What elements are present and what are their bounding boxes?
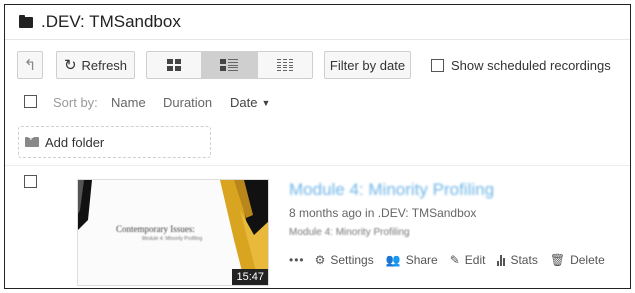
view-thumbnail-button[interactable]	[147, 52, 203, 78]
view-detail-button[interactable]	[202, 52, 258, 78]
share-label: Share	[405, 253, 438, 267]
toolbar: ↰ ↻ Refresh Filter by date Show schedule…	[5, 51, 630, 79]
show-scheduled-toggle[interactable]: Show scheduled recordings	[431, 51, 611, 79]
parent-folder-button[interactable]: ↰	[17, 51, 43, 79]
more-options-icon[interactable]: •••	[289, 253, 305, 267]
divider	[5, 165, 630, 166]
stats-label: Stats	[510, 253, 538, 267]
list-view-icon	[276, 59, 293, 71]
edit-label: Edit	[464, 253, 486, 267]
settings-label: Settings	[330, 253, 374, 267]
gear-icon: ⚙	[314, 253, 326, 267]
delete-label: Delete	[570, 253, 605, 267]
folder-icon	[19, 15, 33, 28]
sort-duration-option[interactable]: Duration	[163, 95, 212, 110]
up-arrow-icon: ↰	[23, 57, 37, 74]
session-actions: ••• ⚙ Settings 👥 Share ✎ Edit Stats 🗑 De…	[289, 251, 617, 269]
session-description: Module 4: Minority Profiling	[289, 227, 410, 238]
edit-button[interactable]: ✎ Edit	[450, 253, 486, 267]
detail-view-icon	[220, 59, 239, 71]
show-scheduled-checkbox[interactable]	[431, 58, 444, 72]
pencil-icon: ✎	[449, 253, 460, 267]
page-title: .DEV: TMSandbox	[41, 12, 181, 31]
refresh-icon: ↻	[63, 57, 77, 74]
add-folder-label: Add folder	[45, 134, 105, 150]
title-bar: .DEV: TMSandbox	[5, 5, 630, 40]
session-title-link[interactable]: Module 4: Minority Profiling	[289, 180, 494, 200]
select-all-checkbox[interactable]	[24, 95, 37, 108]
show-scheduled-label: Show scheduled recordings	[451, 57, 611, 73]
add-folder-button[interactable]: Add folder	[18, 126, 211, 158]
refresh-label: Refresh	[81, 57, 128, 73]
share-users-icon: 👥	[385, 253, 401, 267]
folder-view: .DEV: TMSandbox ↰ ↻ Refresh Filter by da…	[4, 4, 631, 289]
sort-by-label: Sort by:	[53, 94, 98, 110]
sort-date-option[interactable]: Date ▼	[230, 95, 270, 110]
session-thumbnail[interactable]: Contemporary Issues: Module 4: Minority …	[77, 179, 269, 286]
trash-icon: 🗑	[549, 253, 566, 267]
sort-name-option[interactable]: Name	[111, 95, 146, 110]
filter-by-date-button[interactable]: Filter by date	[324, 51, 411, 79]
stats-button[interactable]: Stats	[497, 253, 538, 267]
session-meta: 8 months ago in .DEV: TMSandbox	[289, 206, 477, 220]
delete-button[interactable]: 🗑 Delete	[550, 253, 605, 267]
session-checkbox[interactable]	[24, 175, 37, 188]
view-mode-toggle	[146, 51, 313, 79]
slide-subtitle: Module 4: Minority Profiling	[142, 236, 203, 242]
slide-title: Contemporary Issues:	[116, 224, 195, 234]
sort-bar: Sort by: Name Duration Date ▼	[5, 93, 630, 111]
add-folder-icon	[25, 133, 39, 147]
share-button[interactable]: 👥 Share	[386, 253, 438, 267]
settings-button[interactable]: ⚙ Settings	[315, 253, 374, 267]
refresh-button[interactable]: ↻ Refresh	[56, 51, 135, 79]
bar-chart-icon	[497, 254, 506, 266]
duration-badge: 15:47	[232, 269, 268, 285]
view-list-button[interactable]	[257, 52, 312, 78]
sort-date-label: Date	[230, 94, 258, 110]
caret-down-icon: ▼	[261, 98, 271, 109]
grid-view-icon	[167, 59, 182, 71]
